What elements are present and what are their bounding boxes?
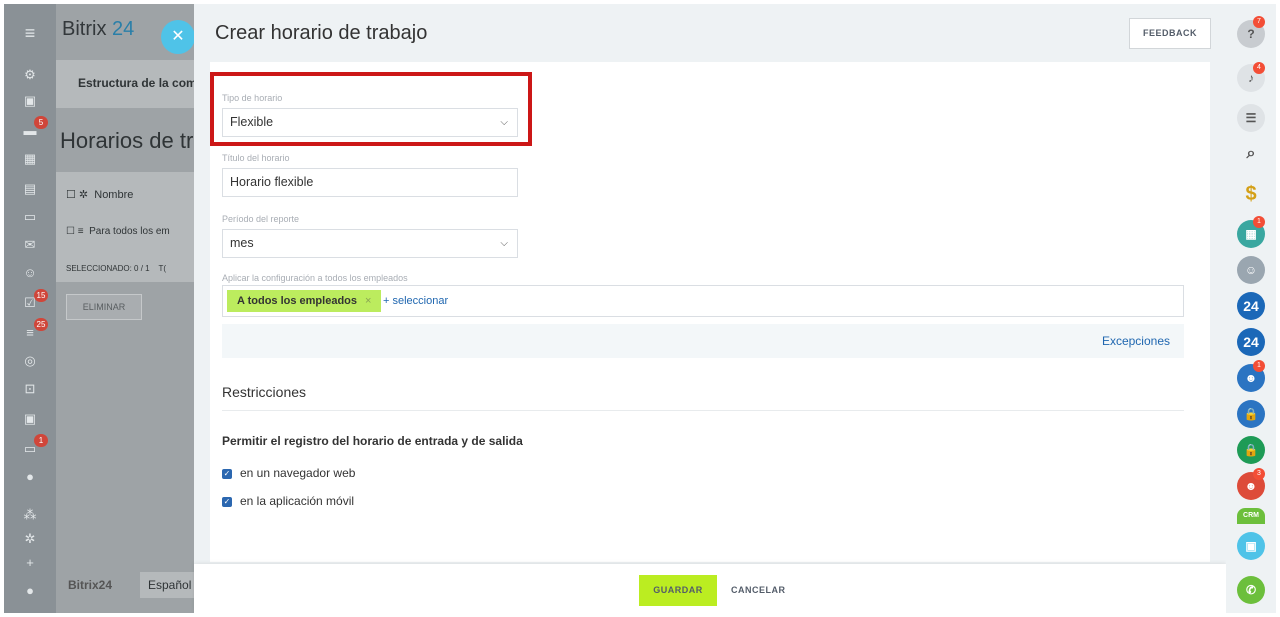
checkbox-browser[interactable]: ✓ en un navegador web — [222, 466, 355, 480]
phone-icon[interactable]: ✆ — [1237, 576, 1265, 604]
tasks-badge: 15 — [34, 289, 48, 302]
exceptions-bar: Excepciones — [222, 324, 1184, 358]
bg-table-header: ☐ ✲ Nombre — [66, 189, 134, 201]
save-button[interactable]: GUARDAR — [639, 575, 717, 606]
bg-delete-button: ELIMINAR — [66, 294, 142, 320]
cancel-button[interactable]: CANCELAR — [731, 575, 786, 606]
bg-header-name: Nombre — [94, 189, 134, 201]
bg-selected-label: SELECCIONADO: 0 / 1 — [66, 264, 150, 273]
bg-row-name: Para todos los em — [89, 226, 170, 237]
remove-tag-icon[interactable]: × — [365, 295, 371, 307]
permit-title: Permitir el registro del horario de entr… — [222, 434, 523, 448]
schedule-title-input[interactable]: Horario flexible — [222, 168, 518, 197]
briefcase-badge: 1 — [34, 434, 48, 447]
checkbox-mobile[interactable]: ✓ en la aplicación móvil — [222, 494, 354, 508]
action-bar: GUARDAR CANCELAR — [194, 564, 1226, 613]
logo-text: Bitrix — [62, 18, 107, 40]
app-window: ≡ ⚙ ▣ ▬ 5 ▦ ▤ ▭ ✉ ☺ ☑ 15 ≡ 25 ◎ ⊡ ▣ ▭ 1 … — [4, 4, 1276, 613]
bitrix-logo: Bitrix 24 — [62, 18, 134, 41]
employees-selector[interactable]: A todos los empleados × + seleccionar — [222, 285, 1184, 317]
close-slider-button[interactable]: ✕ — [161, 20, 195, 54]
copy-icon[interactable]: ▣ — [1237, 532, 1265, 560]
bg-card-text: Estructura de la com — [78, 76, 197, 90]
dollar-icon[interactable]: $ — [1237, 180, 1265, 208]
form-card: Tipo de horario Flexible ⌵ Título del ho… — [210, 62, 1210, 562]
activity-icon[interactable]: ⚙ — [20, 66, 40, 84]
calendar-badge: 1 — [1253, 216, 1265, 228]
right-sidebar: ? 7 ♪ 4 ☰ ⌕ $ ▦ 1 ☺ 24 24 ☻ 1 🔒 🔒 ☻ 3 CR… — [1226, 4, 1276, 613]
bg-page-title: Horarios de tra — [60, 128, 206, 153]
bg-footer-logo: Bitrix24 — [68, 578, 113, 592]
contact-card-icon[interactable]: ▣ — [20, 410, 40, 428]
search-icon[interactable]: ⌕ — [1237, 140, 1265, 168]
calendar-icon[interactable]: ▦ — [20, 150, 40, 168]
employee-tag: A todos los empleados × — [227, 290, 382, 312]
schedule-type-label: Tipo de horario — [222, 93, 283, 103]
bg-table: ☐ ✲ Nombre ☐ ≡ Para todos los em SELECCI… — [56, 172, 216, 282]
target-icon[interactable]: ◎ — [20, 352, 40, 370]
add-icon[interactable]: + — [20, 554, 40, 572]
mail-icon[interactable]: ✉ — [20, 236, 40, 254]
users-icon[interactable]: ☺ — [20, 264, 40, 282]
logo-num: 24 — [112, 18, 135, 40]
help-badge: 7 — [1253, 16, 1265, 28]
menu-icon[interactable]: ≡ — [20, 24, 40, 42]
group-badge: 1 — [1253, 360, 1265, 372]
document-icon[interactable]: ▤ — [20, 180, 40, 198]
select-employees-link[interactable]: + seleccionar — [383, 295, 448, 307]
report-period-label: Período del reporte — [222, 214, 300, 224]
schedule-type-value: Flexible — [230, 115, 274, 129]
bg-structure-card: Estructura de la com — [56, 60, 216, 108]
avatar[interactable]: ☺ — [1237, 256, 1265, 284]
left-sidebar: ≡ ⚙ ▣ ▬ 5 ▦ ▤ ▭ ✉ ☺ ☑ 15 ≡ 25 ◎ ⊡ ▣ ▭ 1 … — [4, 4, 56, 613]
bg-selected: SELECCIONADO: 0 / 1 T( — [66, 264, 166, 273]
schedule-title-label: Título del horario — [222, 153, 290, 163]
tasks-icon[interactable]: ▣ — [20, 92, 40, 110]
report-period-select[interactable]: mes ⌵ — [222, 229, 518, 258]
slider-panel: Crear horario de trabajo FEEDBACK Tipo d… — [194, 4, 1226, 613]
close-icon: ✕ — [171, 28, 185, 45]
crm-icon[interactable]: CRM — [1237, 508, 1265, 524]
bitrix24-icon[interactable]: 24 — [1237, 292, 1265, 320]
lock-open-icon[interactable]: 🔒 — [1237, 436, 1265, 464]
schedule-type-select[interactable]: Flexible ⌵ — [222, 108, 518, 137]
notifications-badge: 4 — [1253, 62, 1265, 74]
employee-tag-label: A todos los empleados — [237, 295, 358, 307]
chevron-down-icon: ⌵ — [500, 238, 508, 249]
profile-icon[interactable]: ● — [20, 582, 40, 600]
chat-badge: 5 — [34, 116, 48, 129]
messages-icon[interactable]: ☰ — [1237, 104, 1265, 132]
cart-icon[interactable]: ⊡ — [20, 380, 40, 398]
bitrix24-icon[interactable]: 24 — [1237, 328, 1265, 356]
checkbox-checked-icon[interactable]: ✓ — [222, 468, 232, 479]
lock-icon[interactable]: 🔒 — [1237, 400, 1265, 428]
checkbox-mobile-label: en la aplicación móvil — [240, 494, 355, 508]
divider — [222, 410, 1184, 411]
schedule-title-value: Horario flexible — [230, 175, 314, 189]
settings-icon[interactable]: ✲ — [20, 530, 40, 548]
report-period-value: mes — [230, 236, 254, 250]
background-page: Bitrix 24 Estructura de la com Horarios … — [56, 4, 216, 613]
users-badge: 3 — [1253, 468, 1265, 480]
bg-footer-lang: Español — [140, 572, 202, 598]
bg-selected-extra: T( — [158, 264, 167, 273]
more-icon[interactable]: ● — [20, 468, 40, 486]
drive-icon[interactable]: ▭ — [20, 208, 40, 226]
sitemap-icon[interactable]: ⁂ — [20, 506, 40, 524]
chevron-down-icon: ⌵ — [500, 117, 508, 128]
exceptions-link[interactable]: Excepciones — [1102, 334, 1170, 348]
slider-title: Crear horario de trabajo — [215, 22, 428, 44]
feedback-button[interactable]: FEEDBACK — [1129, 18, 1211, 49]
checkbox-checked-icon[interactable]: ✓ — [222, 496, 232, 507]
bg-footer: Bitrix24 Español — [56, 564, 216, 613]
employees-label: Aplicar la configuración a todos los emp… — [222, 273, 408, 283]
bg-table-row: ☐ ≡ Para todos los em — [66, 226, 170, 237]
checkbox-browser-label: en un navegador web — [240, 466, 356, 480]
filter-badge: 25 — [34, 318, 48, 331]
restrictions-title: Restricciones — [222, 384, 307, 400]
